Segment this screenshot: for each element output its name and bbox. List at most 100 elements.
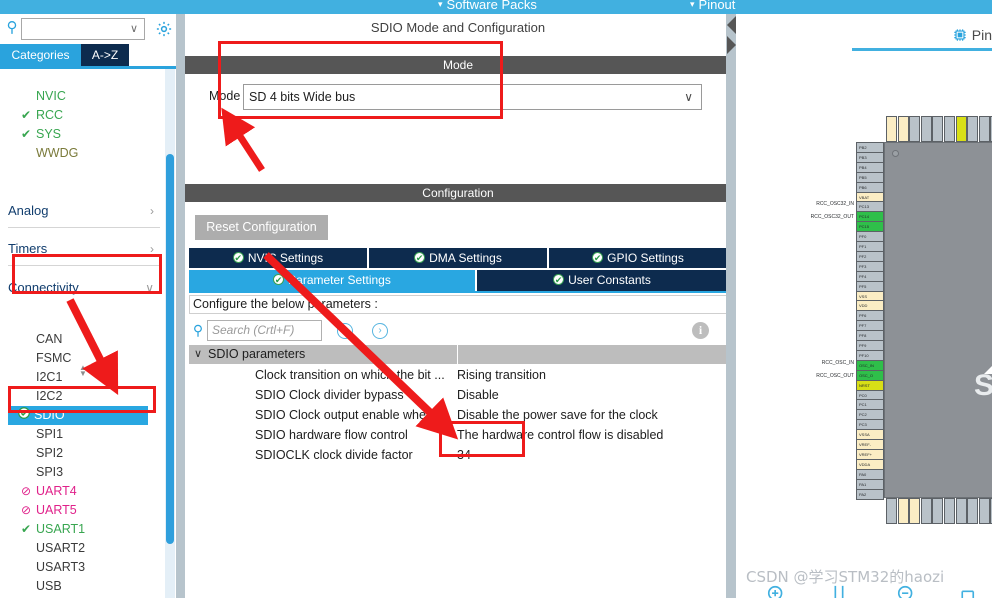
sidebar-group-analog[interactable]: Analog › — [8, 194, 160, 228]
search-prev-button[interactable]: ‹ — [337, 323, 353, 339]
chip-pin[interactable]: PA4 — [920, 498, 932, 524]
tab-label: NVIC Settings — [247, 251, 324, 265]
sidebar-item-label: USB — [36, 579, 62, 593]
chip-pin[interactable]: BOOT0 — [955, 116, 967, 142]
info-icon[interactable]: i — [692, 322, 709, 339]
sidebar-scrollbar-thumb[interactable] — [166, 154, 174, 544]
sidebar-item-uart5[interactable]: ⊘ UART5 — [0, 501, 170, 520]
sidebar-item-i2c2[interactable]: I2C2 — [0, 387, 170, 406]
sidebar-item-usart3[interactable]: USART3 — [0, 558, 170, 577]
parameters-search-input[interactable]: Search (Crtl+F) — [207, 320, 322, 341]
chip-pin[interactable]: PC4 — [967, 498, 979, 524]
sidebar-divider[interactable] — [176, 14, 185, 598]
tab-categories[interactable]: Categories — [0, 44, 81, 66]
sidebar-item-spi2[interactable]: SPI2 — [0, 444, 170, 463]
sidebar-item-spi3[interactable]: SPI3 — [0, 463, 170, 482]
sidebar-item-fsmc[interactable]: FSMC — [0, 349, 170, 368]
chip-pin[interactable]: PA3 — [886, 498, 897, 524]
chip-pin[interactable]: PB8 — [944, 116, 955, 142]
mode-select-value: SD 4 bits Wide bus — [249, 90, 356, 104]
sidebar-item-label: I2C2 — [36, 389, 63, 403]
sidebar-item-sdio[interactable]: SDIO — [8, 406, 148, 425]
check-icon: ✔ — [20, 108, 32, 122]
chip-pin[interactable]: PA6 — [944, 498, 955, 524]
chip-pin[interactable]: PA5 — [932, 498, 944, 524]
sidebar-item-spi1[interactable]: SPI1 — [0, 425, 170, 444]
sidebar-item-label: USART2 — [36, 541, 86, 555]
chip-pin[interactable]: PB9 — [932, 116, 944, 142]
table-row[interactable]: SDIOCLK clock divide factor 34 — [189, 445, 727, 465]
sidebar-search-input[interactable]: ∨ — [21, 18, 145, 40]
check-circle-icon: ✔ — [232, 252, 244, 263]
chip-signal-label: RCC_OSC_IN — [821, 360, 854, 366]
reset-configuration-button[interactable]: Reset Configuration — [195, 215, 328, 240]
chip-pin[interactable]: PB6 — [978, 116, 990, 142]
gear-icon[interactable] — [155, 20, 173, 38]
sidebar-item-usart2[interactable]: USART2 — [0, 539, 170, 558]
chip-pin[interactable]: PE0 — [920, 116, 932, 142]
chip-pin[interactable]: VDD — [909, 498, 921, 524]
menu-pinout[interactable]: ▾ Pinout — [690, 0, 735, 12]
sidebar-item-i2c1[interactable]: I2C1 — [0, 368, 170, 387]
sidebar-item-label: CAN — [36, 332, 63, 346]
panel-divider[interactable] — [726, 14, 736, 598]
parameter-group-header[interactable]: ∨ SDIO parameters — [189, 345, 727, 364]
blocked-icon: ⊘ — [20, 503, 32, 517]
chip-pin[interactable]: VSS — [897, 498, 909, 524]
sidebar-search-row: ⚲ ∨ — [0, 14, 180, 44]
table-row[interactable]: SDIO Clock divider bypass Disable — [189, 385, 727, 405]
sidebar-item-label: FSMC — [36, 351, 72, 365]
sidebar-item-usart1[interactable]: ✔ USART1 — [0, 520, 170, 539]
search-icon: ⚲ — [192, 322, 204, 338]
chip-pin[interactable]: VDD — [886, 116, 897, 142]
chip-diagram[interactable]: ST PB2PB3PB4PB5PB6VBATPC13PC14PC15PF0PF1… — [736, 14, 992, 598]
chip-pin[interactable]: PA7 — [955, 498, 967, 524]
sidebar-item-usb[interactable]: USB — [0, 577, 170, 596]
sidebar-group-label: Connectivity — [8, 280, 79, 295]
sidebar-peripheral-list: NVIC ✔ RCC ✔ SYS WWDG Analog › Timers › — [0, 69, 180, 598]
check-icon: ✔ — [20, 127, 32, 141]
chip-pin[interactable]: PA2 — [856, 488, 884, 500]
parameters-table: ∨ SDIO parameters Clock transition on wh… — [189, 345, 727, 465]
chip-orientation-dot — [892, 150, 899, 157]
parameter-value: 34 — [457, 448, 471, 462]
table-row[interactable]: Clock transition on which the bit ... Ri… — [189, 365, 727, 385]
mode-select[interactable]: SD 4 bits Wide bus ∨ — [243, 84, 702, 110]
config-tab-underline — [189, 291, 727, 293]
tab-nvic-settings[interactable]: ✔ NVIC Settings — [189, 248, 367, 268]
search-icon: ⚲ — [6, 19, 18, 36]
chevron-right-icon: › — [150, 242, 154, 256]
sidebar-item-wwdg[interactable]: WWDG — [0, 144, 170, 163]
search-next-button[interactable]: › — [372, 323, 388, 339]
blank-icon — [18, 349, 34, 368]
tab-dma-settings[interactable]: ✔ DMA Settings — [369, 248, 547, 268]
sidebar-item-label: SPI3 — [36, 465, 64, 479]
blank-icon — [18, 144, 34, 163]
blank-icon — [18, 539, 34, 558]
sidebar-item-uart4[interactable]: ⊘ UART4 — [0, 482, 170, 501]
sidebar-item-can[interactable]: CAN — [0, 330, 170, 349]
chip-pin[interactable]: PB7 — [967, 116, 979, 142]
tab-parameter-settings[interactable]: ✔ Parameter Settings — [189, 270, 475, 291]
parameter-name: SDIOCLK clock divide factor — [255, 448, 413, 462]
tab-a-to-z[interactable]: A->Z — [81, 44, 129, 66]
chip-pin[interactable]: PE1 — [909, 116, 921, 142]
chip-pin[interactable]: VSS — [897, 116, 909, 142]
table-row[interactable]: SDIO Clock output enable when ... Disabl… — [189, 405, 727, 425]
sidebar-group-connectivity[interactable]: Connectivity ∨ — [8, 271, 160, 305]
collapse-right-icon[interactable] — [727, 36, 736, 54]
tab-user-constants[interactable]: ✔ User Constants — [477, 270, 727, 291]
tab-label: DMA Settings — [429, 251, 502, 265]
sidebar-group-timers[interactable]: Timers › — [8, 232, 160, 266]
chip-pin[interactable]: PC5 — [978, 498, 990, 524]
check-icon: ✔ — [20, 522, 32, 536]
menu-software-packs[interactable]: ▾ Software Packs — [438, 0, 537, 12]
sidebar-item-sys[interactable]: ✔ SYS — [0, 125, 170, 144]
collapse-left-icon[interactable] — [727, 16, 736, 34]
sidebar-item-label: SPI2 — [36, 446, 64, 460]
sidebar-item-rcc[interactable]: ✔ RCC — [0, 106, 170, 125]
tab-gpio-settings[interactable]: ✔ GPIO Settings — [549, 248, 727, 268]
table-row[interactable]: SDIO hardware flow control The hardware … — [189, 425, 727, 445]
sidebar-item-nvic[interactable]: NVIC — [0, 87, 170, 106]
fit-icon[interactable] — [954, 584, 976, 598]
